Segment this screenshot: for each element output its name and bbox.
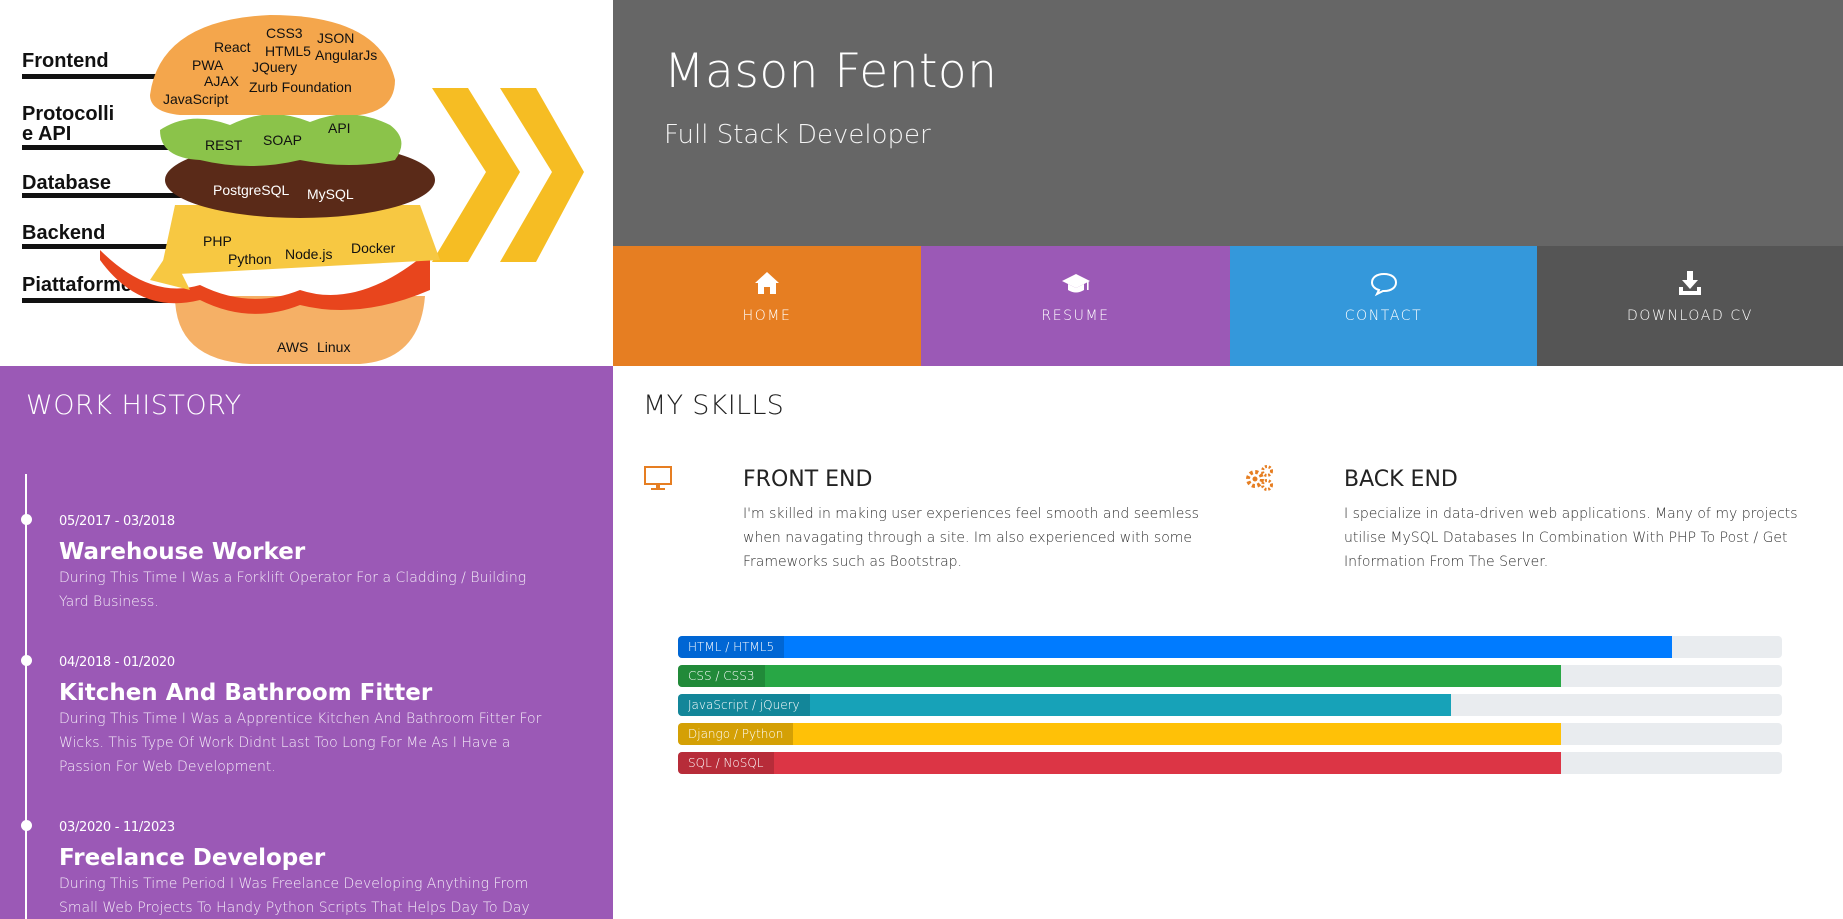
- svg-text:API: API: [328, 120, 351, 136]
- gears-icon: [1246, 465, 1273, 491]
- svg-text:JQuery: JQuery: [252, 59, 297, 75]
- skills-section: MY SKILLS FRONT END I'm skilled in makin…: [613, 366, 1843, 919]
- skill-progress-bars: HTML / HTML5 CSS / CSS3 JavaScript / jQu…: [678, 636, 1782, 781]
- progress-label: Django / Python: [678, 723, 794, 745]
- progress-label: CSS / CSS3: [678, 665, 765, 687]
- progress-fill: [678, 665, 1562, 687]
- nav-download-cv[interactable]: DOWNLOAD CV: [1537, 246, 1843, 366]
- layer-label-backend: Backend: [22, 222, 105, 244]
- timeline-item: 05/2017 - 03/2018 Warehouse Worker Durin…: [21, 514, 559, 614]
- svg-text:Python: Python: [228, 251, 272, 267]
- nav-resume[interactable]: RESUME: [921, 246, 1230, 366]
- svg-text:PHP: PHP: [203, 233, 232, 249]
- download-icon: [1679, 271, 1701, 295]
- nav-resume-label: RESUME: [1041, 308, 1110, 324]
- skills-title: MY SKILLS: [643, 390, 785, 421]
- timeline-item: 04/2018 - 01/2020 Kitchen And Bathroom F…: [21, 655, 559, 779]
- layer-label-api: Protocolli e API: [22, 103, 114, 145]
- burger-stack-image: Frontend Protocolli e API Database Backen…: [22, 15, 584, 364]
- work-history-title: WORK HISTORY: [26, 390, 242, 421]
- back-end-description: I specialize in data-driven web applicat…: [1344, 506, 1798, 570]
- svg-text:Node.js: Node.js: [285, 246, 332, 262]
- job-title: Warehouse Worker: [59, 539, 306, 565]
- timeline-dot: [21, 514, 32, 525]
- job-description: During This Time Period I Was Freelance …: [59, 876, 530, 916]
- job-title: Freelance Developer: [59, 845, 326, 871]
- timeline-dot: [21, 655, 32, 666]
- progress-label: JavaScript / jQuery: [678, 694, 810, 716]
- svg-text:REST: REST: [205, 137, 243, 153]
- svg-text:Zurb Foundation: Zurb Foundation: [249, 79, 352, 95]
- nav-download-cv-label: DOWNLOAD CV: [1627, 308, 1753, 324]
- job-date: 03/2020 - 11/2023: [59, 820, 175, 835]
- svg-text:MySQL: MySQL: [307, 186, 354, 202]
- progress-bar: CSS / CSS3: [678, 665, 1782, 687]
- svg-text:Linux: Linux: [317, 339, 350, 355]
- graduation-cap-icon: [1061, 274, 1090, 293]
- layer-label-frontend: Frontend: [22, 50, 109, 72]
- nav-home[interactable]: HOME: [613, 246, 921, 366]
- front-end-description: I'm skilled in making user experiences f…: [743, 506, 1199, 570]
- chat-bubble-icon: [1370, 272, 1397, 297]
- main-nav: HOME RESUME CONTACT DOWNLOAD CV: [613, 246, 1843, 366]
- svg-text:Docker: Docker: [351, 240, 396, 256]
- nav-home-label: HOME: [742, 308, 792, 324]
- timeline-dot: [21, 820, 32, 831]
- nav-contact-label: CONTACT: [1344, 308, 1423, 324]
- svg-text:PostgreSQL: PostgreSQL: [213, 182, 289, 198]
- progress-label: HTML / HTML5: [678, 636, 785, 658]
- svg-text:JavaScript: JavaScript: [163, 91, 228, 107]
- timeline-item: 03/2020 - 11/2023 Freelance Developer Du…: [21, 820, 559, 919]
- hero-stack-illustration: Frontend Protocolli e API Database Backen…: [0, 0, 613, 366]
- timeline-line: [25, 474, 27, 919]
- progress-bar: JavaScript / jQuery: [678, 694, 1782, 716]
- back-end-heading: BACK END: [1344, 467, 1458, 492]
- svg-text:AngularJs: AngularJs: [315, 47, 377, 63]
- svg-text:AJAX: AJAX: [204, 73, 240, 89]
- job-date: 05/2017 - 03/2018: [59, 514, 175, 529]
- svg-text:SOAP: SOAP: [263, 132, 302, 148]
- monitor-icon: [644, 466, 672, 490]
- profile-header: Mason Fenton Full Stack Developer: [613, 0, 1843, 246]
- job-description: During This Time I Was a Forklift Operat…: [59, 570, 527, 610]
- work-history-section: WORK HISTORY 05/2017 - 03/2018 Warehouse…: [0, 366, 613, 919]
- svg-text:PWA: PWA: [192, 57, 224, 73]
- nav-contact[interactable]: CONTACT: [1230, 246, 1537, 366]
- layer-label-database: Database: [22, 172, 111, 194]
- job-title: Kitchen And Bathroom Fitter: [59, 680, 433, 706]
- progress-fill: [678, 723, 1562, 745]
- job-description: During This Time I Was a Apprentice Kitc…: [59, 711, 542, 775]
- svg-text:AWS: AWS: [277, 339, 308, 355]
- progress-bar: SQL / NoSQL: [678, 752, 1782, 774]
- svg-text:React: React: [214, 39, 251, 55]
- svg-text:JSON: JSON: [317, 30, 354, 46]
- job-date: 04/2018 - 01/2020: [59, 655, 175, 670]
- progress-fill: [678, 636, 1672, 658]
- home-icon: [755, 272, 779, 294]
- progress-bar: Django / Python: [678, 723, 1782, 745]
- svg-text:HTML5: HTML5: [265, 43, 311, 59]
- chevron-arrow-shape: [432, 88, 520, 262]
- profile-role: Full Stack Developer: [664, 120, 931, 150]
- svg-text:CSS3: CSS3: [266, 25, 303, 41]
- progress-label: SQL / NoSQL: [678, 752, 774, 774]
- progress-bar: HTML / HTML5: [678, 636, 1782, 658]
- progress-fill: [678, 752, 1562, 774]
- front-end-heading: FRONT END: [743, 467, 873, 492]
- profile-name: Mason Fenton: [664, 44, 998, 99]
